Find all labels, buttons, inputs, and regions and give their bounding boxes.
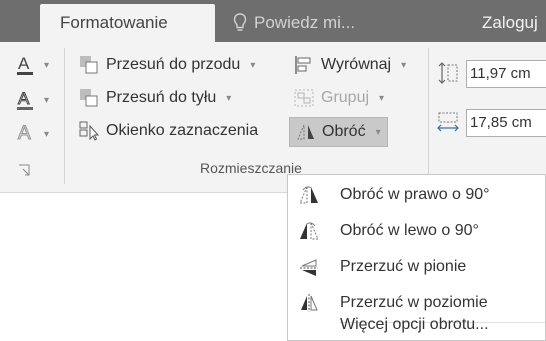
group-button[interactable]: Grupuj ▾: [293, 87, 384, 109]
ribbon-tab-bar: Formatowanie Powiedz mi... Zaloguj: [0, 0, 546, 42]
menu-item-rotate-right[interactable]: Obróć w prawo o 90°: [288, 177, 545, 213]
svg-text:A: A: [18, 123, 31, 144]
chevron-down-icon: ▾: [250, 59, 256, 71]
shape-height-icon: [438, 62, 458, 84]
svg-text:A: A: [18, 89, 30, 108]
group-objects-icon: [294, 89, 314, 107]
svg-text:A: A: [18, 54, 30, 73]
selection-pane-icon: [79, 121, 100, 141]
rotate-right-90-icon: [299, 186, 318, 204]
text-fill-icon[interactable]: A: [14, 52, 40, 78]
rotate-left-90-icon: [300, 222, 319, 240]
selection-pane-label: Okienko zaznaczenia: [106, 122, 259, 139]
tab-formatowanie[interactable]: Formatowanie: [40, 4, 215, 42]
dialog-launcher-icon[interactable]: [18, 164, 30, 176]
rotate-dropdown-menu: Obróć w prawo o 90° Obróć w lewo o 90° P…: [287, 174, 546, 341]
flip-vertical-icon: [300, 259, 318, 276]
shape-width-icon: [437, 112, 459, 132]
menu-item-flip-vertical[interactable]: Przerzuć w pionie: [288, 249, 545, 285]
menu-item-label: Obróć w lewo o 90°: [340, 222, 479, 239]
send-backward-button[interactable]: Przesuń do tyłu ▾: [78, 87, 231, 109]
bring-forward-icon: [80, 56, 98, 74]
group-label: Grupuj: [321, 89, 370, 106]
bring-forward-button[interactable]: Przesuń do przodu ▾: [78, 54, 255, 76]
menu-item-label: Więcej opcji obrotu...: [340, 316, 489, 333]
login-link[interactable]: Zaloguj: [482, 4, 538, 42]
text-effects-dropdown-arrow-icon[interactable]: ▾: [44, 129, 49, 140]
tell-me-search[interactable]: Powiedz mi...: [232, 4, 355, 42]
align-label: Wyrównaj: [321, 56, 392, 73]
chevron-down-icon: ▾: [401, 59, 407, 71]
text-outline-dropdown-arrow-icon[interactable]: ▾: [44, 95, 49, 106]
shape-width-input[interactable]: 17,85 cm: [466, 109, 546, 137]
menu-item-label: Przerzuć w pionie: [340, 258, 467, 275]
text-outline-icon[interactable]: A: [14, 87, 40, 113]
send-backward-label: Przesuń do tyłu: [106, 89, 217, 106]
shape-height-input[interactable]: 11,97 cm: [466, 60, 546, 88]
menu-item-rotate-left[interactable]: Obróć w lewo o 90°: [288, 213, 545, 249]
menu-item-more-rotation-options[interactable]: Więcej opcji obrotu...: [288, 309, 545, 341]
text-fill-dropdown-arrow-icon[interactable]: ▾: [44, 60, 49, 71]
group-separator: [64, 48, 65, 184]
chevron-down-icon: ▾: [375, 126, 381, 138]
chevron-down-icon: ▾: [379, 92, 385, 104]
group-separator: [428, 48, 429, 184]
menu-item-label: Obróć w prawo o 90°: [340, 186, 490, 203]
chevron-down-icon: ▾: [226, 92, 232, 104]
lightbulb-icon: [233, 13, 247, 31]
align-button[interactable]: Wyrównaj ▾: [293, 54, 406, 76]
rotate-button[interactable]: Obróć ▾: [289, 117, 388, 147]
align-icon: [295, 56, 311, 74]
tell-me-label: Powiedz mi...: [254, 13, 356, 32]
rotate-icon: [297, 124, 314, 140]
rotate-label: Obróć: [322, 123, 366, 140]
bring-forward-label: Przesuń do przodu: [106, 56, 241, 73]
selection-pane-button[interactable]: Okienko zaznaczenia: [78, 120, 258, 142]
send-backward-icon: [80, 89, 98, 107]
text-effects-icon[interactable]: A: [14, 120, 40, 146]
